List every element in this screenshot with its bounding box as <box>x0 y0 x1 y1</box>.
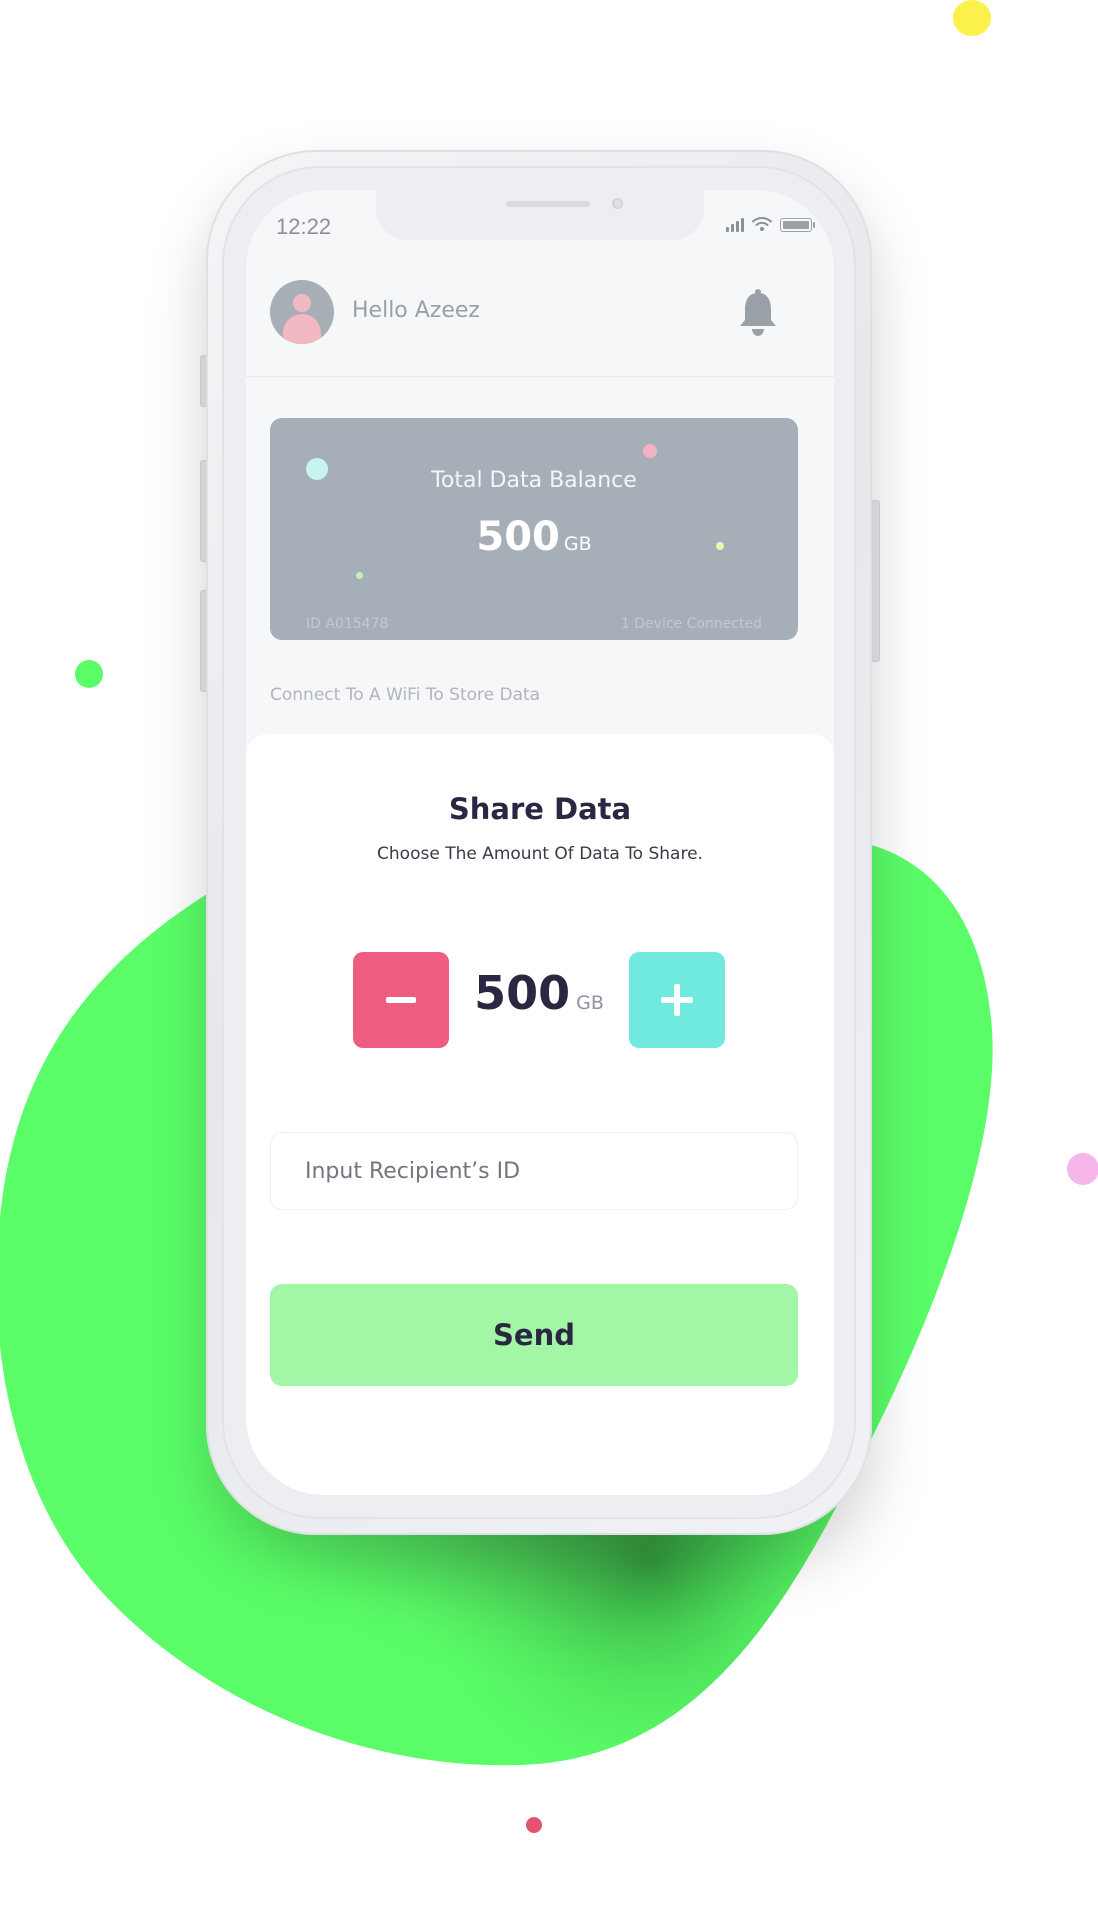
devices-connected: 1 Device Connected <box>620 616 762 632</box>
bell-icon[interactable] <box>736 288 780 338</box>
decorative-dot-yellow <box>953 0 991 36</box>
phone-screen: 12:22 Hello Azeez Total Data Balance 500… <box>246 190 834 1495</box>
wifi-note: Connect To A WiFi To Store Data <box>270 685 541 705</box>
increase-amount-button[interactable] <box>629 952 725 1048</box>
wifi-icon <box>752 216 772 231</box>
battery-icon <box>780 218 815 232</box>
user-avatar[interactable] <box>270 280 334 344</box>
card-decorative-dot <box>356 572 363 579</box>
plus-icon <box>661 984 693 1016</box>
share-unit: GB <box>576 992 604 1014</box>
share-amount: 500 <box>474 966 571 1020</box>
minus-icon <box>386 997 416 1003</box>
account-id: ID A015478 <box>306 616 389 632</box>
decrease-amount-button[interactable] <box>353 952 449 1048</box>
status-icons <box>726 216 815 232</box>
share-title: Share Data <box>448 792 632 826</box>
signal-icon <box>726 218 744 232</box>
recipient-id-input[interactable] <box>270 1132 798 1210</box>
promo-stage: 12:22 Hello Azeez Total Data Balance 500… <box>0 0 1098 1914</box>
speaker-grille <box>506 201 590 207</box>
phone-power-button <box>871 500 880 662</box>
phone-notch <box>376 190 704 240</box>
data-balance-card: Total Data Balance 500 GB ID A015478 1 De… <box>270 418 798 640</box>
share-subtitle: Choose The Amount Of Data To Share. <box>377 844 703 864</box>
status-time: 12:22 <box>276 214 332 239</box>
decorative-dot-pink <box>1067 1153 1098 1185</box>
greeting-text: Hello Azeez <box>352 298 480 323</box>
balance-amount: 500 <box>476 514 560 560</box>
front-camera-icon <box>612 198 623 209</box>
send-button[interactable]: Send <box>270 1284 798 1386</box>
decorative-dot-red <box>526 1817 542 1833</box>
balance-label: Total Data Balance <box>431 468 637 493</box>
balance-unit: GB <box>563 533 592 555</box>
decorative-dot-green <box>75 660 103 688</box>
balance-value: 500 GB <box>270 514 798 560</box>
share-data-panel: Share Data Choose The Amount Of Data To … <box>246 734 834 1495</box>
card-decorative-dot <box>643 444 657 458</box>
app-header: Hello Azeez <box>246 280 834 377</box>
share-amount-display: 500 GB <box>449 966 629 1020</box>
